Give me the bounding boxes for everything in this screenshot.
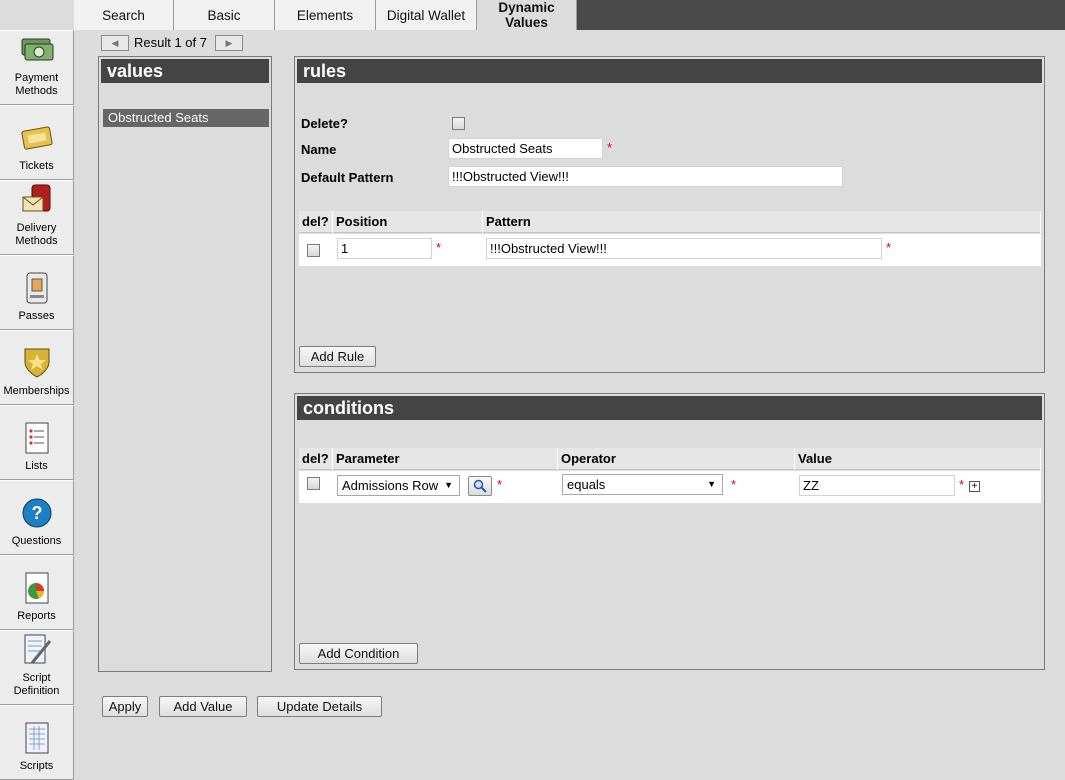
sidebar-item-passes[interactable]: Passes [0, 255, 74, 330]
tab-elements[interactable]: Elements [275, 0, 376, 30]
default-pattern-label: Default Pattern [301, 170, 394, 185]
scripts-icon [19, 720, 55, 756]
column-header-pattern: Pattern [483, 211, 1041, 233]
rules-panel: rules Delete? Name Obstructed Seats * De… [294, 56, 1045, 373]
conditions-table-header: del? Parameter Operator Value [299, 448, 1041, 470]
add-value-button[interactable]: Add Value [159, 696, 247, 717]
magnifier-icon [473, 479, 487, 493]
values-list-item[interactable]: Obstructed Seats [103, 109, 269, 127]
sidebar-item-label: Memberships [3, 385, 70, 397]
sidebar-item-label: Delivery Methods [15, 222, 58, 247]
arrow-right-icon: ▶ [225, 37, 233, 48]
apply-button[interactable]: Apply [102, 696, 148, 717]
operator-select[interactable]: equals ▼ [562, 474, 723, 495]
sidebar-item-label: Questions [11, 535, 62, 547]
update-details-button[interactable]: Update Details [257, 696, 382, 717]
column-header-del: del? [299, 211, 333, 233]
parameter-select-value: Admissions Row [342, 478, 439, 493]
sidebar-item-delivery-methods[interactable]: Delivery Methods [0, 180, 74, 255]
value-field[interactable]: ZZ [799, 475, 955, 496]
chevron-down-icon: ▼ [707, 479, 716, 489]
column-header-value: Value [795, 448, 1041, 470]
name-label: Name [301, 142, 337, 157]
rules-panel-title: rules [297, 59, 1042, 83]
required-marker: * [731, 477, 737, 492]
operator-select-value: equals [567, 477, 606, 492]
column-header-operator: Operator [558, 448, 795, 470]
row-delete-checkbox[interactable] [307, 244, 320, 257]
question-icon: ? [19, 495, 55, 531]
report-icon [19, 570, 55, 606]
sidebar-item-script-definition[interactable]: Script Definition [0, 630, 74, 705]
add-rule-button[interactable]: Add Rule [299, 346, 376, 367]
name-field[interactable]: Obstructed Seats [448, 138, 603, 159]
pass-icon [19, 270, 55, 306]
required-marker: * [497, 477, 503, 492]
list-icon [19, 420, 55, 456]
top-tab-bar: Search Basic Elements Digital Wallet Dyn… [0, 0, 1065, 30]
sidebar-item-label: Lists [25, 460, 48, 472]
delete-label: Delete? [301, 116, 348, 131]
tab-search[interactable]: Search [74, 0, 174, 30]
tab-dynamic-values[interactable]: Dynamic Values [477, 0, 577, 30]
required-marker: * [436, 240, 442, 255]
conditions-panel-title: conditions [297, 396, 1042, 420]
sidebar-item-lists[interactable]: Lists [0, 405, 74, 480]
required-marker: * [886, 240, 892, 255]
required-marker: * [607, 140, 613, 155]
money-icon [19, 32, 55, 68]
chevron-down-icon: ▼ [444, 480, 453, 490]
values-panel: values Obstructed Seats [98, 56, 272, 672]
result-counter: Result 1 of 7 [134, 35, 207, 50]
values-panel-title: values [101, 59, 269, 83]
badge-icon [19, 345, 55, 381]
sidebar-item-label: Passes [18, 310, 55, 322]
position-field[interactable]: 1 [337, 238, 432, 259]
column-header-position: Position [333, 211, 483, 233]
script-definition-icon [19, 632, 55, 668]
next-result-button[interactable]: ▶ [215, 35, 243, 51]
parameter-select[interactable]: Admissions Row ▼ [337, 475, 460, 496]
required-marker: * [959, 477, 965, 492]
parameter-search-button[interactable] [468, 476, 492, 496]
sidebar-item-label: Payment Methods [14, 72, 59, 97]
sidebar-item-payment-methods[interactable]: Payment Methods [0, 30, 74, 105]
row-delete-checkbox[interactable] [307, 477, 320, 490]
sidebar-item-reports[interactable]: Reports [0, 555, 74, 630]
delete-checkbox[interactable] [452, 117, 465, 130]
sidebar-item-label: Reports [17, 610, 56, 622]
sidebar: Payment Methods Tickets Delivery Methods… [0, 30, 74, 780]
add-condition-button[interactable]: Add Condition [299, 643, 418, 664]
column-header-del: del? [299, 448, 333, 470]
table-row: Admissions Row ▼ * equals ▼ * ZZ * + [299, 471, 1041, 503]
default-pattern-field[interactable]: !!!Obstructed View!!! [448, 166, 843, 187]
column-header-parameter: Parameter [333, 448, 558, 470]
rules-table-header: del? Position Pattern [299, 211, 1041, 233]
mailbox-icon [19, 182, 55, 218]
sidebar-item-memberships[interactable]: Memberships [0, 330, 74, 405]
conditions-panel: conditions del? Parameter Operator Value… [294, 393, 1045, 670]
tab-digital-wallet[interactable]: Digital Wallet [376, 0, 477, 30]
table-row: 1 * !!!Obstructed View!!! * [299, 234, 1041, 266]
svg-text:?: ? [31, 503, 42, 523]
top-bar-corner [0, 0, 74, 30]
sidebar-item-label: Tickets [19, 160, 54, 172]
prev-result-button[interactable]: ◀ [101, 35, 129, 51]
sidebar-item-label: Script Definition [13, 672, 60, 697]
ticket-icon [19, 120, 55, 156]
tab-basic[interactable]: Basic [174, 0, 275, 30]
sidebar-item-scripts[interactable]: Scripts [0, 705, 74, 780]
add-condition-row-icon[interactable]: + [969, 481, 980, 492]
arrow-left-icon: ◀ [111, 37, 119, 48]
sidebar-item-questions[interactable]: ? Questions [0, 480, 74, 555]
sidebar-item-tickets[interactable]: Tickets [0, 105, 74, 180]
sidebar-item-label: Scripts [19, 760, 54, 772]
pattern-field[interactable]: !!!Obstructed View!!! [486, 238, 882, 259]
